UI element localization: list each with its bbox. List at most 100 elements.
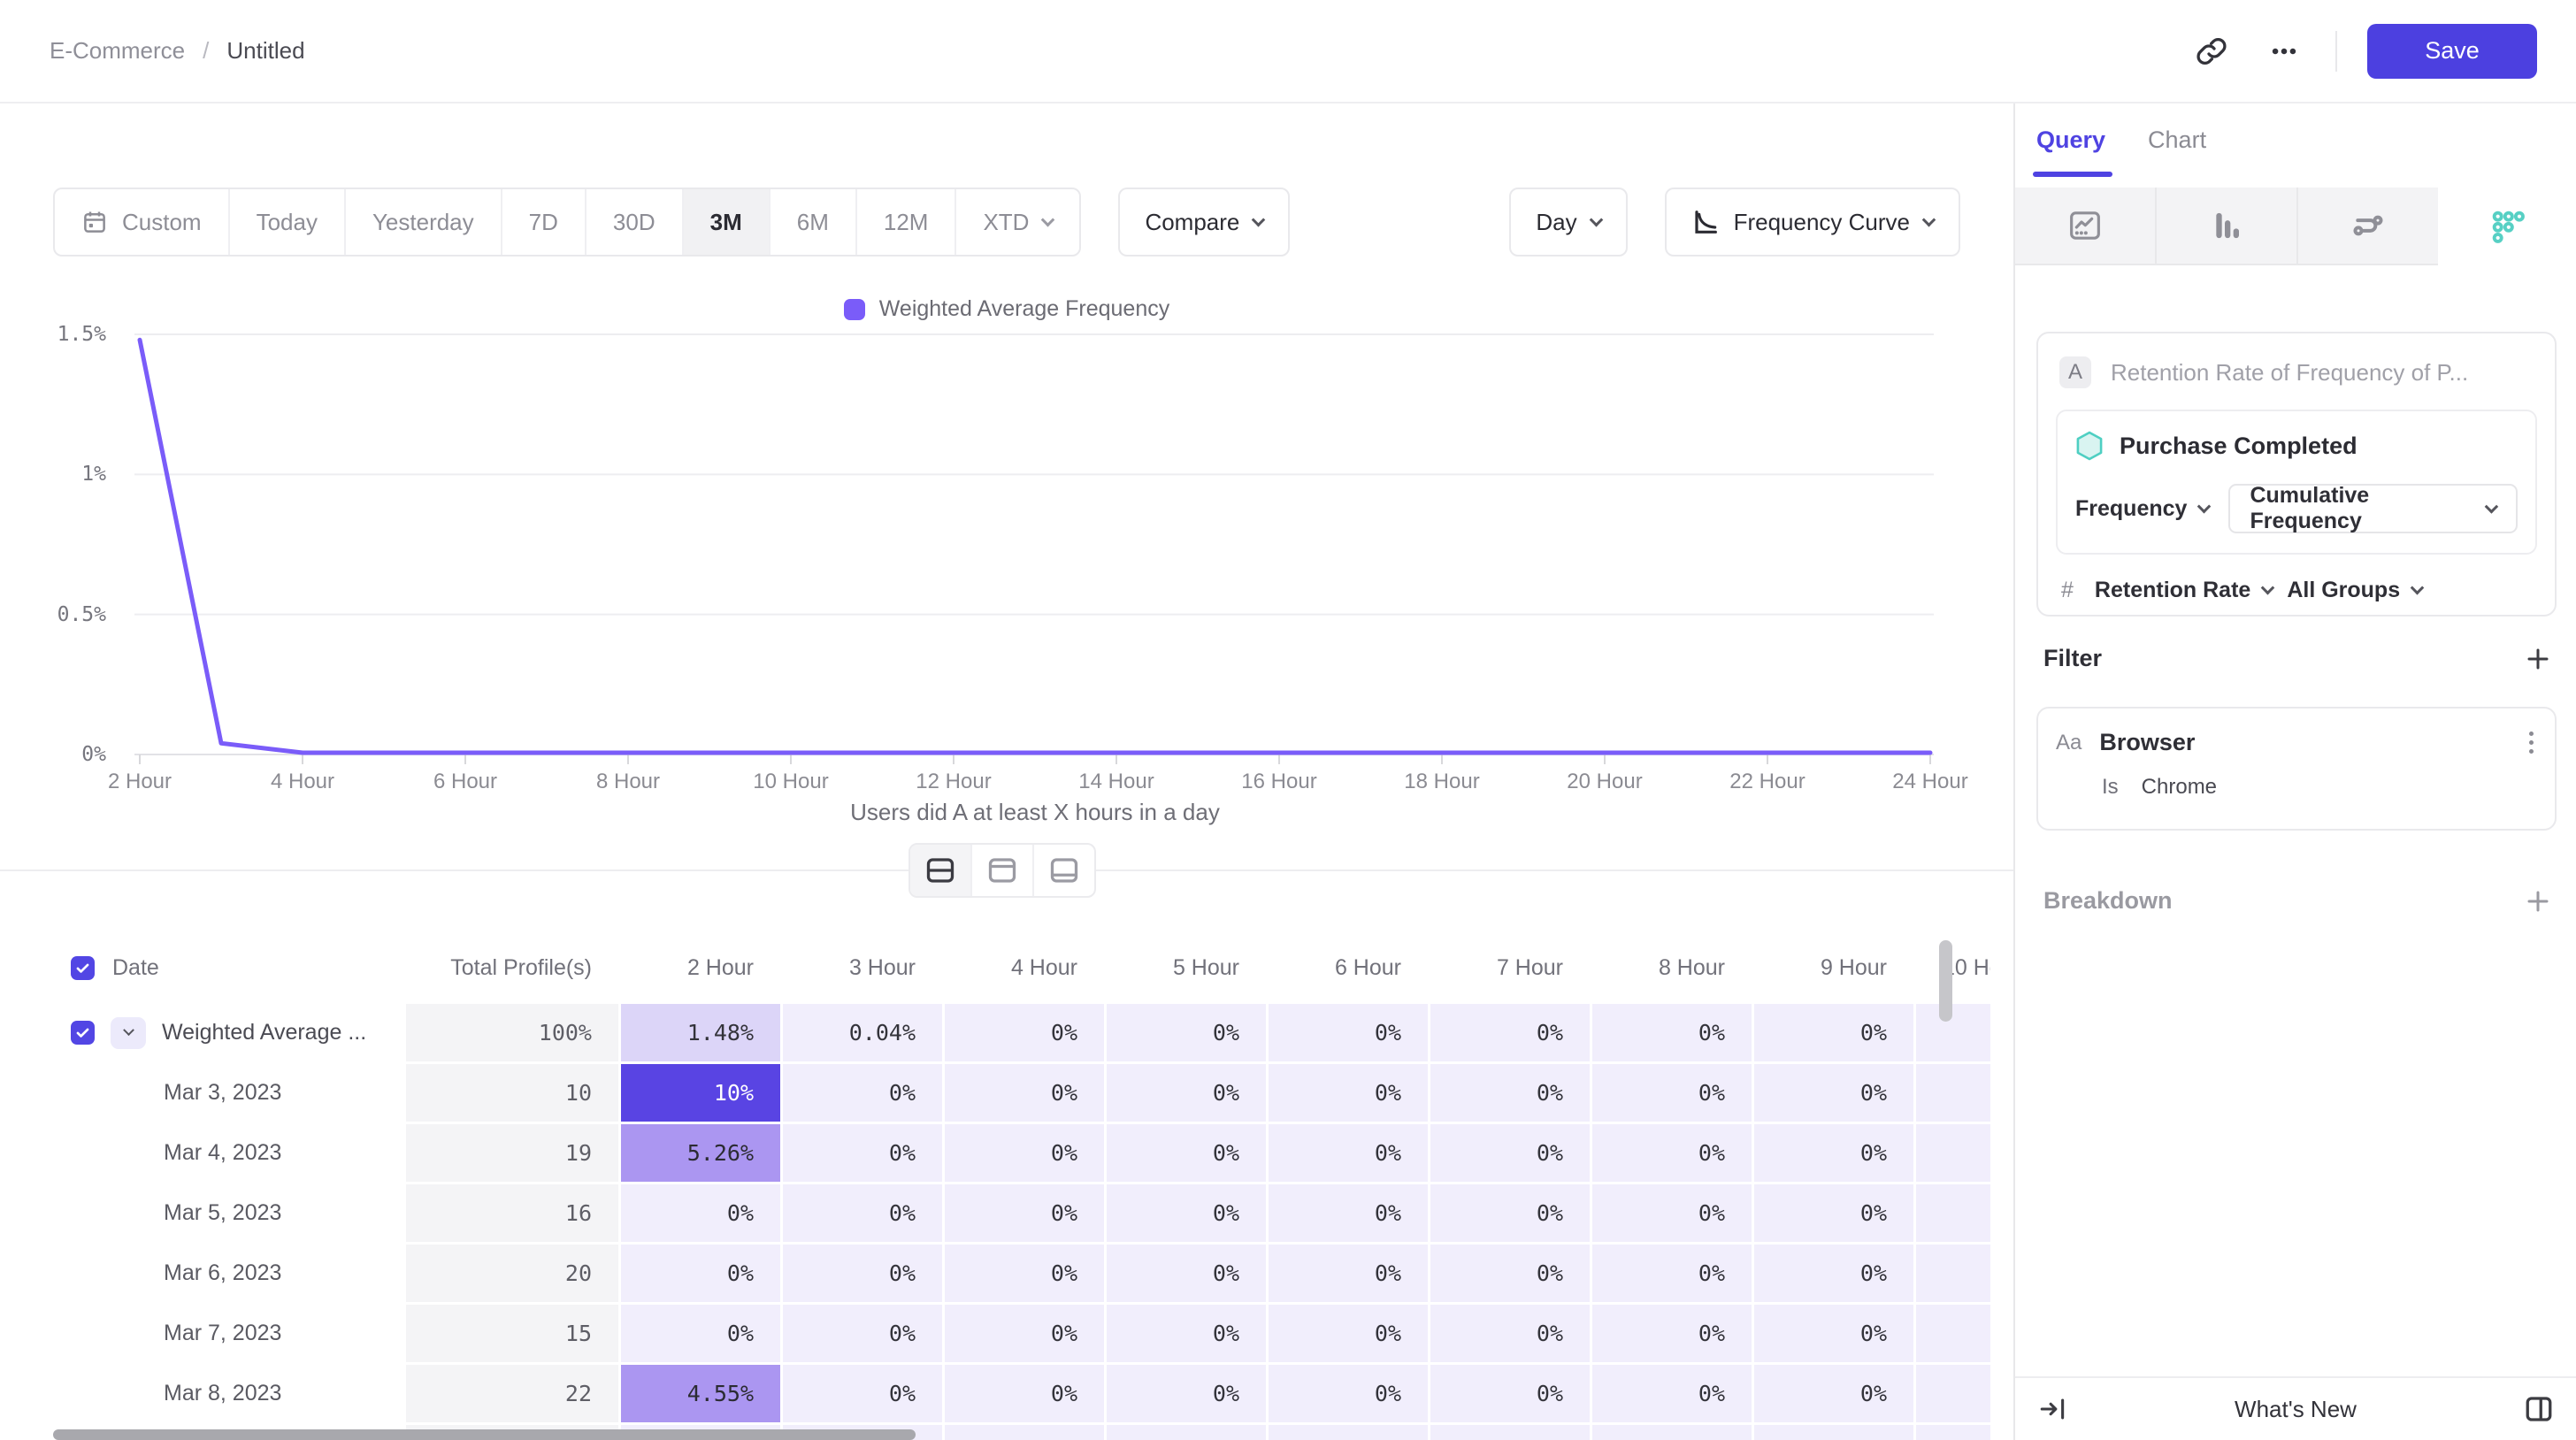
table-vertical-scrollbar[interactable] <box>1939 940 1952 1022</box>
expand-summary-button[interactable] <box>111 1017 146 1049</box>
table-cell[interactable]: 0% <box>1592 1305 1752 1362</box>
summary-hour-cell[interactable]: 0% <box>1107 1004 1266 1061</box>
range-xtd[interactable]: XTD <box>956 189 1079 255</box>
range-12m[interactable]: 12M <box>857 189 957 255</box>
table-cell[interactable]: 0% <box>1107 1124 1266 1182</box>
select-all-checkbox[interactable] <box>71 956 95 980</box>
summary-hour-cell[interactable]: 0% <box>1592 1004 1752 1061</box>
table-cell[interactable]: 0% <box>1269 1245 1428 1302</box>
table-cell[interactable]: 0% <box>1107 1064 1266 1122</box>
table-cell[interactable]: 0% <box>621 1184 780 1242</box>
table-cell[interactable]: 0% <box>1592 1245 1752 1302</box>
range-6m[interactable]: 6M <box>770 189 857 255</box>
table-cell[interactable]: 0% <box>1592 1365 1752 1422</box>
table-cell[interactable]: 0% <box>621 1245 780 1302</box>
collapse-panel-icon[interactable] <box>2038 1394 2068 1424</box>
filter-property[interactable]: Browser <box>2099 729 2508 756</box>
table-cell[interactable]: 0% <box>1107 1245 1266 1302</box>
table-cell[interactable]: 0% <box>1269 1365 1428 1422</box>
summary-hour-cell[interactable]: 0% <box>1754 1004 1913 1061</box>
table-cell[interactable]: 0% <box>1430 1365 1590 1422</box>
summary-hour-cell[interactable]: 0% <box>1430 1004 1590 1061</box>
granularity-dropdown[interactable]: Day <box>1509 188 1627 257</box>
report-type-flows[interactable] <box>2298 188 2438 265</box>
results-table[interactable]: DateTotal Profile(s)2 Hour3 Hour4 Hour5 … <box>53 935 1990 1440</box>
table-cell[interactable]: 0% <box>1269 1305 1428 1362</box>
breadcrumb-report-title[interactable]: Untitled <box>226 37 304 65</box>
tab-query[interactable]: Query <box>2036 126 2105 177</box>
metric-dropdown[interactable]: Retention Rate <box>2095 578 2273 603</box>
compare-button[interactable]: Compare <box>1118 188 1290 257</box>
table-only-view-button[interactable] <box>1034 845 1094 896</box>
table-cell[interactable]: 0% <box>1754 1184 1913 1242</box>
range-yesterday[interactable]: Yesterday <box>346 189 502 255</box>
table-cell[interactable]: 0% <box>945 1245 1104 1302</box>
summary-hour-cell[interactable]: 1.48% <box>621 1004 780 1061</box>
copy-link-button[interactable] <box>2190 30 2233 73</box>
table-cell[interactable]: 0% <box>1430 1305 1590 1362</box>
breadcrumb-project[interactable]: E-Commerce <box>50 37 185 65</box>
table-cell[interactable]: 0% <box>1592 1184 1752 1242</box>
table-cell[interactable]: 5.26% <box>621 1124 780 1182</box>
report-type-funnels[interactable] <box>2157 188 2298 265</box>
table-cell[interactable]: 0% <box>1754 1365 1913 1422</box>
table-cell[interactable]: 0% <box>1107 1305 1266 1362</box>
table-cell[interactable]: 0% <box>945 1365 1104 1422</box>
groups-dropdown[interactable]: All Groups <box>2287 578 2422 603</box>
range-30d[interactable]: 30D <box>586 189 684 255</box>
filter-options-button[interactable] <box>2526 728 2537 757</box>
table-cell[interactable]: 0% <box>1269 1184 1428 1242</box>
table-cell[interactable]: 0% <box>783 1064 942 1122</box>
table-cell[interactable]: 0% <box>1107 1184 1266 1242</box>
table-cell[interactable]: 0% <box>783 1124 942 1182</box>
event-name[interactable]: Purchase Completed <box>2120 433 2358 460</box>
report-type-retention-selected[interactable] <box>2438 188 2576 265</box>
table-cell[interactable]: 0% <box>945 1124 1104 1182</box>
table-cell[interactable]: 0% <box>1430 1064 1590 1122</box>
table-cell[interactable]: 0% <box>945 1064 1104 1122</box>
step-title[interactable]: Retention Rate of Frequency of P... <box>2111 359 2468 387</box>
table-cell[interactable]: 4.55% <box>621 1365 780 1422</box>
table-cell[interactable]: 10% <box>621 1064 780 1122</box>
frequency-dropdown[interactable]: Frequency <box>2075 496 2209 522</box>
side-panel-icon[interactable] <box>2523 1393 2555 1425</box>
table-cell[interactable]: 0% <box>1754 1245 1913 1302</box>
frequency-type-select[interactable]: Cumulative Frequency <box>2228 484 2518 533</box>
whats-new-link[interactable]: What's New <box>2235 1396 2357 1423</box>
table-cell[interactable]: 0% <box>1107 1365 1266 1422</box>
tab-chart[interactable]: Chart <box>2148 126 2206 177</box>
add-breakdown-button[interactable] <box>2525 888 2551 915</box>
filter-card[interactable]: Aa Browser Is Chrome <box>2036 707 2557 831</box>
summary-row-checkbox[interactable] <box>71 1021 95 1045</box>
table-cell[interactable]: 0% <box>1430 1124 1590 1182</box>
table-cell[interactable]: 0% <box>945 1305 1104 1362</box>
add-filter-button[interactable] <box>2525 646 2551 672</box>
table-cell[interactable]: 0% <box>783 1365 942 1422</box>
filter-value[interactable]: Chrome <box>2142 775 2217 800</box>
table-cell[interactable]: 0% <box>1754 1305 1913 1362</box>
summary-hour-cell[interactable]: 0.04% <box>783 1004 942 1061</box>
table-cell[interactable]: 0% <box>621 1305 780 1362</box>
split-view-button[interactable] <box>910 845 972 896</box>
summary-hour-cell[interactable]: 0% <box>1269 1004 1428 1061</box>
table-cell[interactable]: 0% <box>1754 1064 1913 1122</box>
table-cell[interactable]: 0% <box>945 1184 1104 1242</box>
table-cell[interactable]: 0% <box>783 1184 942 1242</box>
table-cell[interactable]: 0% <box>1754 1124 1913 1182</box>
save-button[interactable]: Save <box>2367 24 2537 79</box>
frequency-curve-chart[interactable]: 2 Hour4 Hour6 Hour8 Hour10 Hour12 Hour14… <box>0 316 2013 855</box>
table-cell[interactable]: 0% <box>783 1305 942 1362</box>
range-7d[interactable]: 7D <box>502 189 586 255</box>
table-cell[interactable]: 0% <box>1430 1245 1590 1302</box>
report-type-insights[interactable] <box>2015 188 2157 265</box>
summary-hour-cell[interactable]: 0% <box>945 1004 1104 1061</box>
table-horizontal-scrollbar[interactable] <box>53 1429 916 1440</box>
table-cell[interactable]: 0% <box>1592 1124 1752 1182</box>
range-today[interactable]: Today <box>230 189 346 255</box>
table-cell[interactable]: 0% <box>1269 1124 1428 1182</box>
chart-type-dropdown[interactable]: Frequency Curve <box>1665 188 1960 257</box>
range-custom[interactable]: Custom <box>55 189 230 255</box>
chart-only-view-button[interactable] <box>972 845 1034 896</box>
range-3m-selected[interactable]: 3M <box>684 189 770 255</box>
filter-operator[interactable]: Is <box>2102 775 2119 800</box>
